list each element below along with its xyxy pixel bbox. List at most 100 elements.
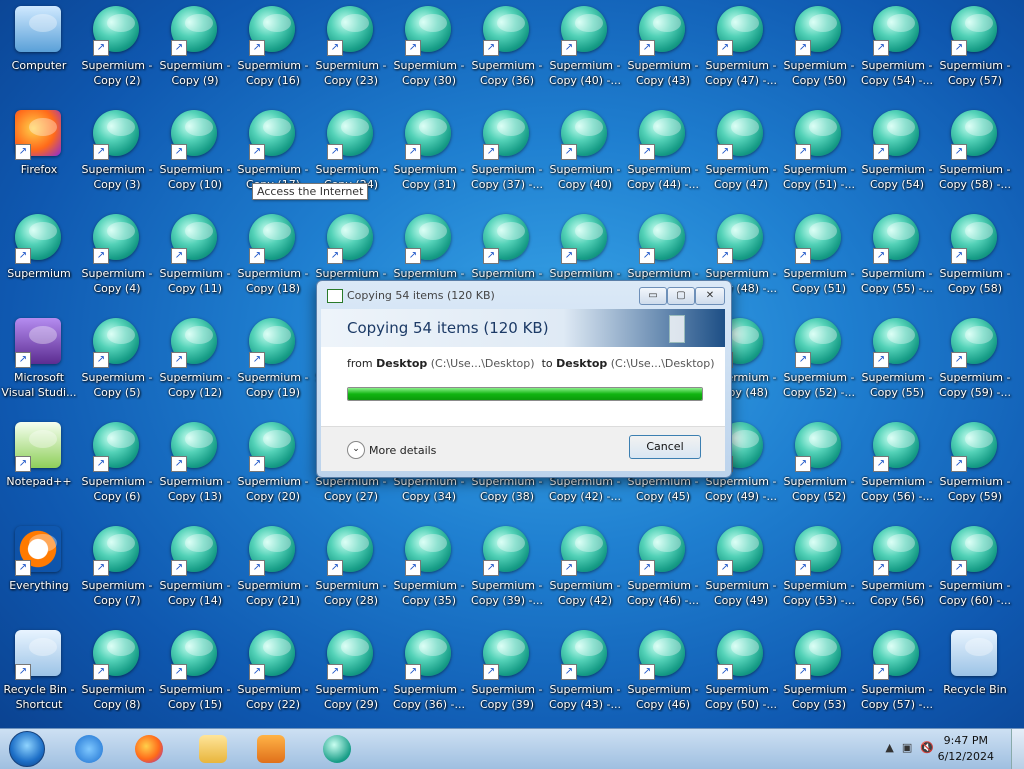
desktop-icon[interactable]: ↗ Supermium - Copy (6) [78,416,156,520]
maximize-button[interactable]: ▢ [667,287,695,305]
clock[interactable]: 9:47 PM 6/12/2024 [938,733,994,765]
tray-arrow-icon[interactable]: ▲ [885,741,893,754]
desktop-icon[interactable]: ↗ Supermium - Copy (52) -... [780,312,858,416]
desktop-icon-label: Supermium - Copy (40) [549,163,621,191]
desktop-icon[interactable]: ↗ Supermium - Copy (37) -... [468,104,546,208]
desktop-icon[interactable]: ↗ Supermium - Copy (60) -... [936,520,1014,624]
desktop-icon[interactable]: ↗ Supermium - Copy (49) [702,520,780,624]
desktop-icon[interactable]: ↗ Supermium - Copy (58) [936,208,1014,312]
desktop-icon[interactable]: Computer [0,0,78,104]
desktop-icon[interactable]: ↗ Supermium - Copy (56) [858,520,936,624]
to-folder-link[interactable]: Desktop [556,357,607,370]
desktop-icon[interactable]: ↗ Supermium - Copy (30) [390,0,468,104]
desktop-icon-label: Supermium - Copy (13) [159,475,231,503]
dialog-titlebar[interactable]: Copying 54 items (120 KB) ▭ ▢ ✕ [317,281,731,309]
desktop-icon[interactable]: ↗ Supermium - Copy (35) [390,520,468,624]
minimize-button[interactable]: ▭ [639,287,667,305]
desktop-icon[interactable]: ↗ Supermium - Copy (11) [156,208,234,312]
desktop-icon[interactable]: ↗ Supermium - Copy (54) -... [858,0,936,104]
desktop-icon[interactable]: ↗ Supermium - Copy (2) [78,0,156,104]
start-button[interactable] [2,731,52,767]
desktop-icon[interactable]: ↗ Supermium - Copy (36) -... [390,624,468,728]
more-details-toggle[interactable]: ⌄ More details [347,441,436,459]
desktop-icon[interactable]: ↗ Supermium - Copy (40) [546,104,624,208]
desktop-icon[interactable]: ↗ Supermium - Copy (39) [468,624,546,728]
desktop-icon[interactable]: ↗ Supermium - Copy (59) [936,416,1014,520]
taskbar-media-player[interactable] [246,731,296,767]
taskbar-file-explorer[interactable] [188,731,238,767]
desktop-icon[interactable]: ↗ Supermium - Copy (22) [234,624,312,728]
desktop-icon[interactable]: ↗ Supermium - Copy (36) [468,0,546,104]
desktop-icon[interactable]: ↗ Supermium - Copy (5) [78,312,156,416]
desktop-icon[interactable]: ↗ Supermium - Copy (57) [936,0,1014,104]
desktop-icon[interactable]: ↗ Supermium - Copy (39) -... [468,520,546,624]
desktop-icon[interactable]: ↗ Supermium - Copy (19) [234,312,312,416]
from-folder-link[interactable]: Desktop [376,357,427,370]
supermium-icon: ↗ [717,110,765,160]
desktop-icon[interactable]: ↗ Supermium - Copy (52) [780,416,858,520]
desktop-icon[interactable]: ↗ Supermium - Copy (8) [78,624,156,728]
desktop-icon[interactable]: ↗ Supermium - Copy (47) -... [702,0,780,104]
desktop-icon-label: Supermium - Copy (40) -... [549,59,621,87]
desktop-icon[interactable]: ↗ Supermium - Copy (53) [780,624,858,728]
close-button[interactable]: ✕ [695,287,725,305]
volume-icon[interactable]: 🔇 [920,741,934,754]
desktop-icon[interactable]: ↗ Supermium - Copy (13) [156,416,234,520]
desktop-icon[interactable]: ↗ Supermium - Copy (59) -... [936,312,1014,416]
desktop-icon[interactable]: ↗ Supermium - Copy (10) [156,104,234,208]
desktop-icon[interactable]: ↗ Supermium - Copy (57) -... [858,624,936,728]
desktop-icon[interactable]: ↗ Everything [0,520,78,624]
desktop-icon[interactable]: ↗ Supermium - Copy (4) [78,208,156,312]
desktop-icon[interactable]: ↗ Supermium - Copy (29) [312,624,390,728]
desktop-icon[interactable]: ↗ Supermium - Copy (14) [156,520,234,624]
cancel-button[interactable]: Cancel [629,435,701,459]
desktop-icon[interactable]: ↗ Supermium [0,208,78,312]
desktop-icon[interactable]: ↗ Supermium - Copy (31) [390,104,468,208]
taskbar-internet-explorer[interactable] [64,731,114,767]
desktop-icon[interactable]: ↗ Supermium - Copy (43) -... [546,624,624,728]
desktop-icon[interactable]: ↗ Supermium - Copy (55) -... [858,208,936,312]
network-icon[interactable]: ▣ [902,741,912,754]
desktop-icon[interactable]: ↗ Supermium - Copy (15) [156,624,234,728]
shortcut-arrow-icon: ↗ [15,664,31,680]
desktop-icon[interactable]: ↗ Supermium - Copy (51) [780,208,858,312]
desktop-icon[interactable]: ↗ Supermium - Copy (18) [234,208,312,312]
desktop-icon[interactable]: ↗ Supermium - Copy (47) [702,104,780,208]
desktop-icon[interactable]: ↗ Supermium - Copy (12) [156,312,234,416]
desktop-icon[interactable]: ↗ Supermium - Copy (56) -... [858,416,936,520]
desktop-icon[interactable]: ↗ Supermium - Copy (55) [858,312,936,416]
desktop-icon[interactable]: ↗ Supermium - Copy (50) [780,0,858,104]
taskbar-supermium[interactable] [312,731,362,767]
desktop-icon[interactable]: ↗ Supermium - Copy (51) -... [780,104,858,208]
desktop-icon[interactable]: ↗ Supermium - Copy (58) -... [936,104,1014,208]
desktop-icon[interactable]: ↗ Supermium - Copy (50) -... [702,624,780,728]
desktop-icon[interactable]: Recycle Bin [936,624,1014,728]
desktop-icon[interactable]: ↗ Supermium - Copy (3) [78,104,156,208]
desktop-icon[interactable]: ↗ Supermium - Copy (16) [234,0,312,104]
desktop-icon[interactable]: ↗ Supermium - Copy (23) [312,0,390,104]
desktop-icon[interactable]: ↗ Firefox [0,104,78,208]
desktop-icon[interactable]: ↗ Supermium - Copy (43) [624,0,702,104]
desktop-icon[interactable]: ↗ Supermium - Copy (46) -... [624,520,702,624]
desktop-icon-label: Supermium - Copy (47) -... [705,59,777,87]
desktop-icon[interactable]: ↗ Microsoft Visual Studi... [0,312,78,416]
desktop-icon[interactable]: ↗ Supermium - Copy (54) [858,104,936,208]
taskbar-firefox[interactable] [124,731,174,767]
supermium-icon: ↗ [717,214,765,264]
desktop-icon[interactable]: ↗ Supermium - Copy (46) [624,624,702,728]
desktop-icon[interactable]: ↗ Supermium - Copy (21) [234,520,312,624]
shortcut-arrow-icon: ↗ [405,664,421,680]
desktop-icon[interactable]: ↗ Notepad++ [0,416,78,520]
desktop-icon[interactable]: ↗ Recycle Bin - Shortcut [0,624,78,728]
supermium-icon: ↗ [249,6,297,56]
desktop-icon[interactable]: ↗ Supermium - Copy (42) [546,520,624,624]
desktop-icon[interactable]: ↗ Supermium - Copy (40) -... [546,0,624,104]
desktop-icon[interactable]: ↗ Supermium - Copy (44) -... [624,104,702,208]
desktop-icon[interactable]: ↗ Supermium - Copy (53) -... [780,520,858,624]
desktop-icon[interactable]: ↗ Supermium - Copy (7) [78,520,156,624]
desktop-icon[interactable]: ↗ Supermium - Copy (9) [156,0,234,104]
desktop-icon[interactable]: ↗ Supermium - Copy (28) [312,520,390,624]
supermium-icon: ↗ [171,630,219,680]
desktop-icon[interactable]: ↗ Supermium - Copy (20) [234,416,312,520]
show-desktop-button[interactable] [1011,729,1024,769]
